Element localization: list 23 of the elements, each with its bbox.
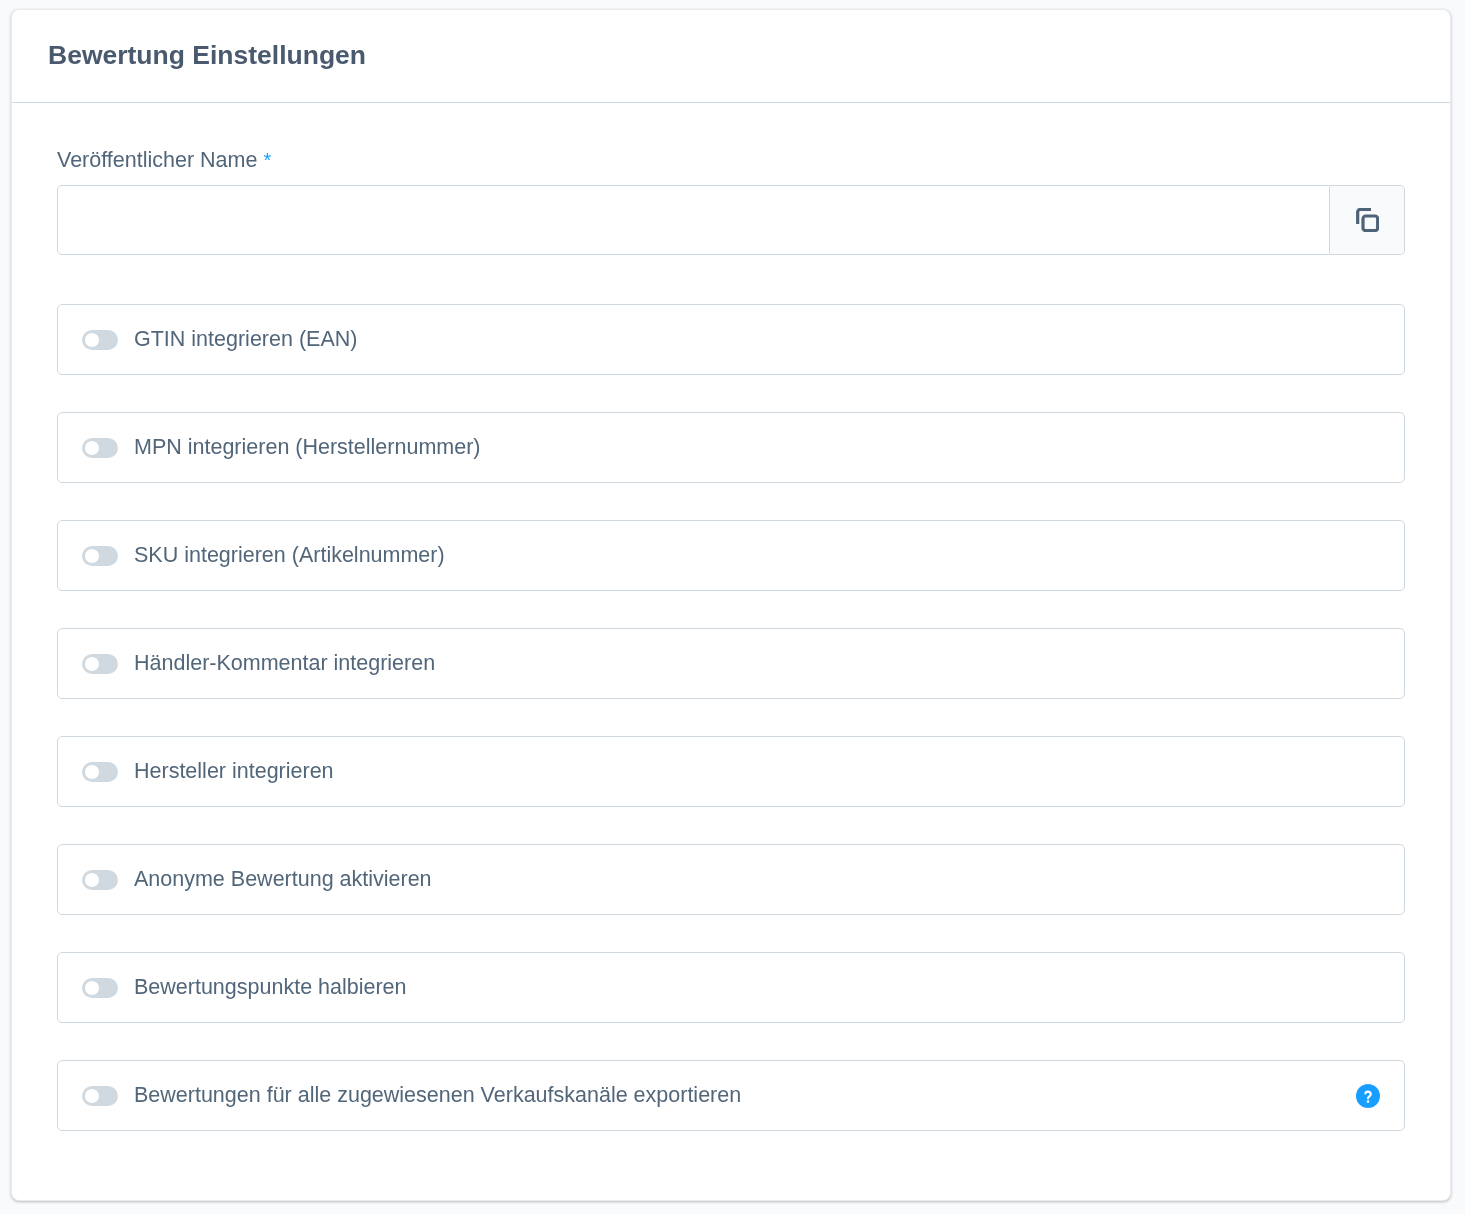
toggle-label: Hersteller integrieren <box>134 758 334 786</box>
card-title: Bewertung Einstellungen <box>48 39 367 73</box>
toggle-switch[interactable] <box>82 653 118 674</box>
toggle-switch[interactable] <box>82 545 118 566</box>
required-mark: * <box>263 148 272 173</box>
help-icon[interactable] <box>1356 1083 1380 1108</box>
toggle-label: Bewertungen für alle zugewiesenen Verkaufskanäle exportieren <box>134 1082 742 1110</box>
toggle-switch[interactable] <box>82 437 118 458</box>
toggle-label: Händler-Kommentar integrieren <box>134 650 436 678</box>
toggle-switch[interactable] <box>82 869 118 890</box>
toggle-label: Bewertungspunkte halbieren <box>134 974 407 1002</box>
toggle-label: MPN integrieren (Herstellernummer) <box>134 434 481 462</box>
copy-button[interactable] <box>1330 185 1405 255</box>
toggle-switch[interactable] <box>82 977 118 998</box>
toggle-label: SKU integrieren (Artikelnummer) <box>134 542 445 570</box>
copy-icon <box>1355 208 1379 232</box>
field-label: Veröffentlicher Name <box>57 146 258 174</box>
toggle-label: Anonyme Bewertung aktivieren <box>134 866 432 894</box>
toggle-switch[interactable] <box>82 1085 118 1106</box>
toggle-switch[interactable] <box>82 761 118 782</box>
toggle-label: GTIN integrieren (EAN) <box>134 326 358 354</box>
name-input[interactable] <box>57 185 1330 255</box>
toggle-switch[interactable] <box>82 329 118 350</box>
